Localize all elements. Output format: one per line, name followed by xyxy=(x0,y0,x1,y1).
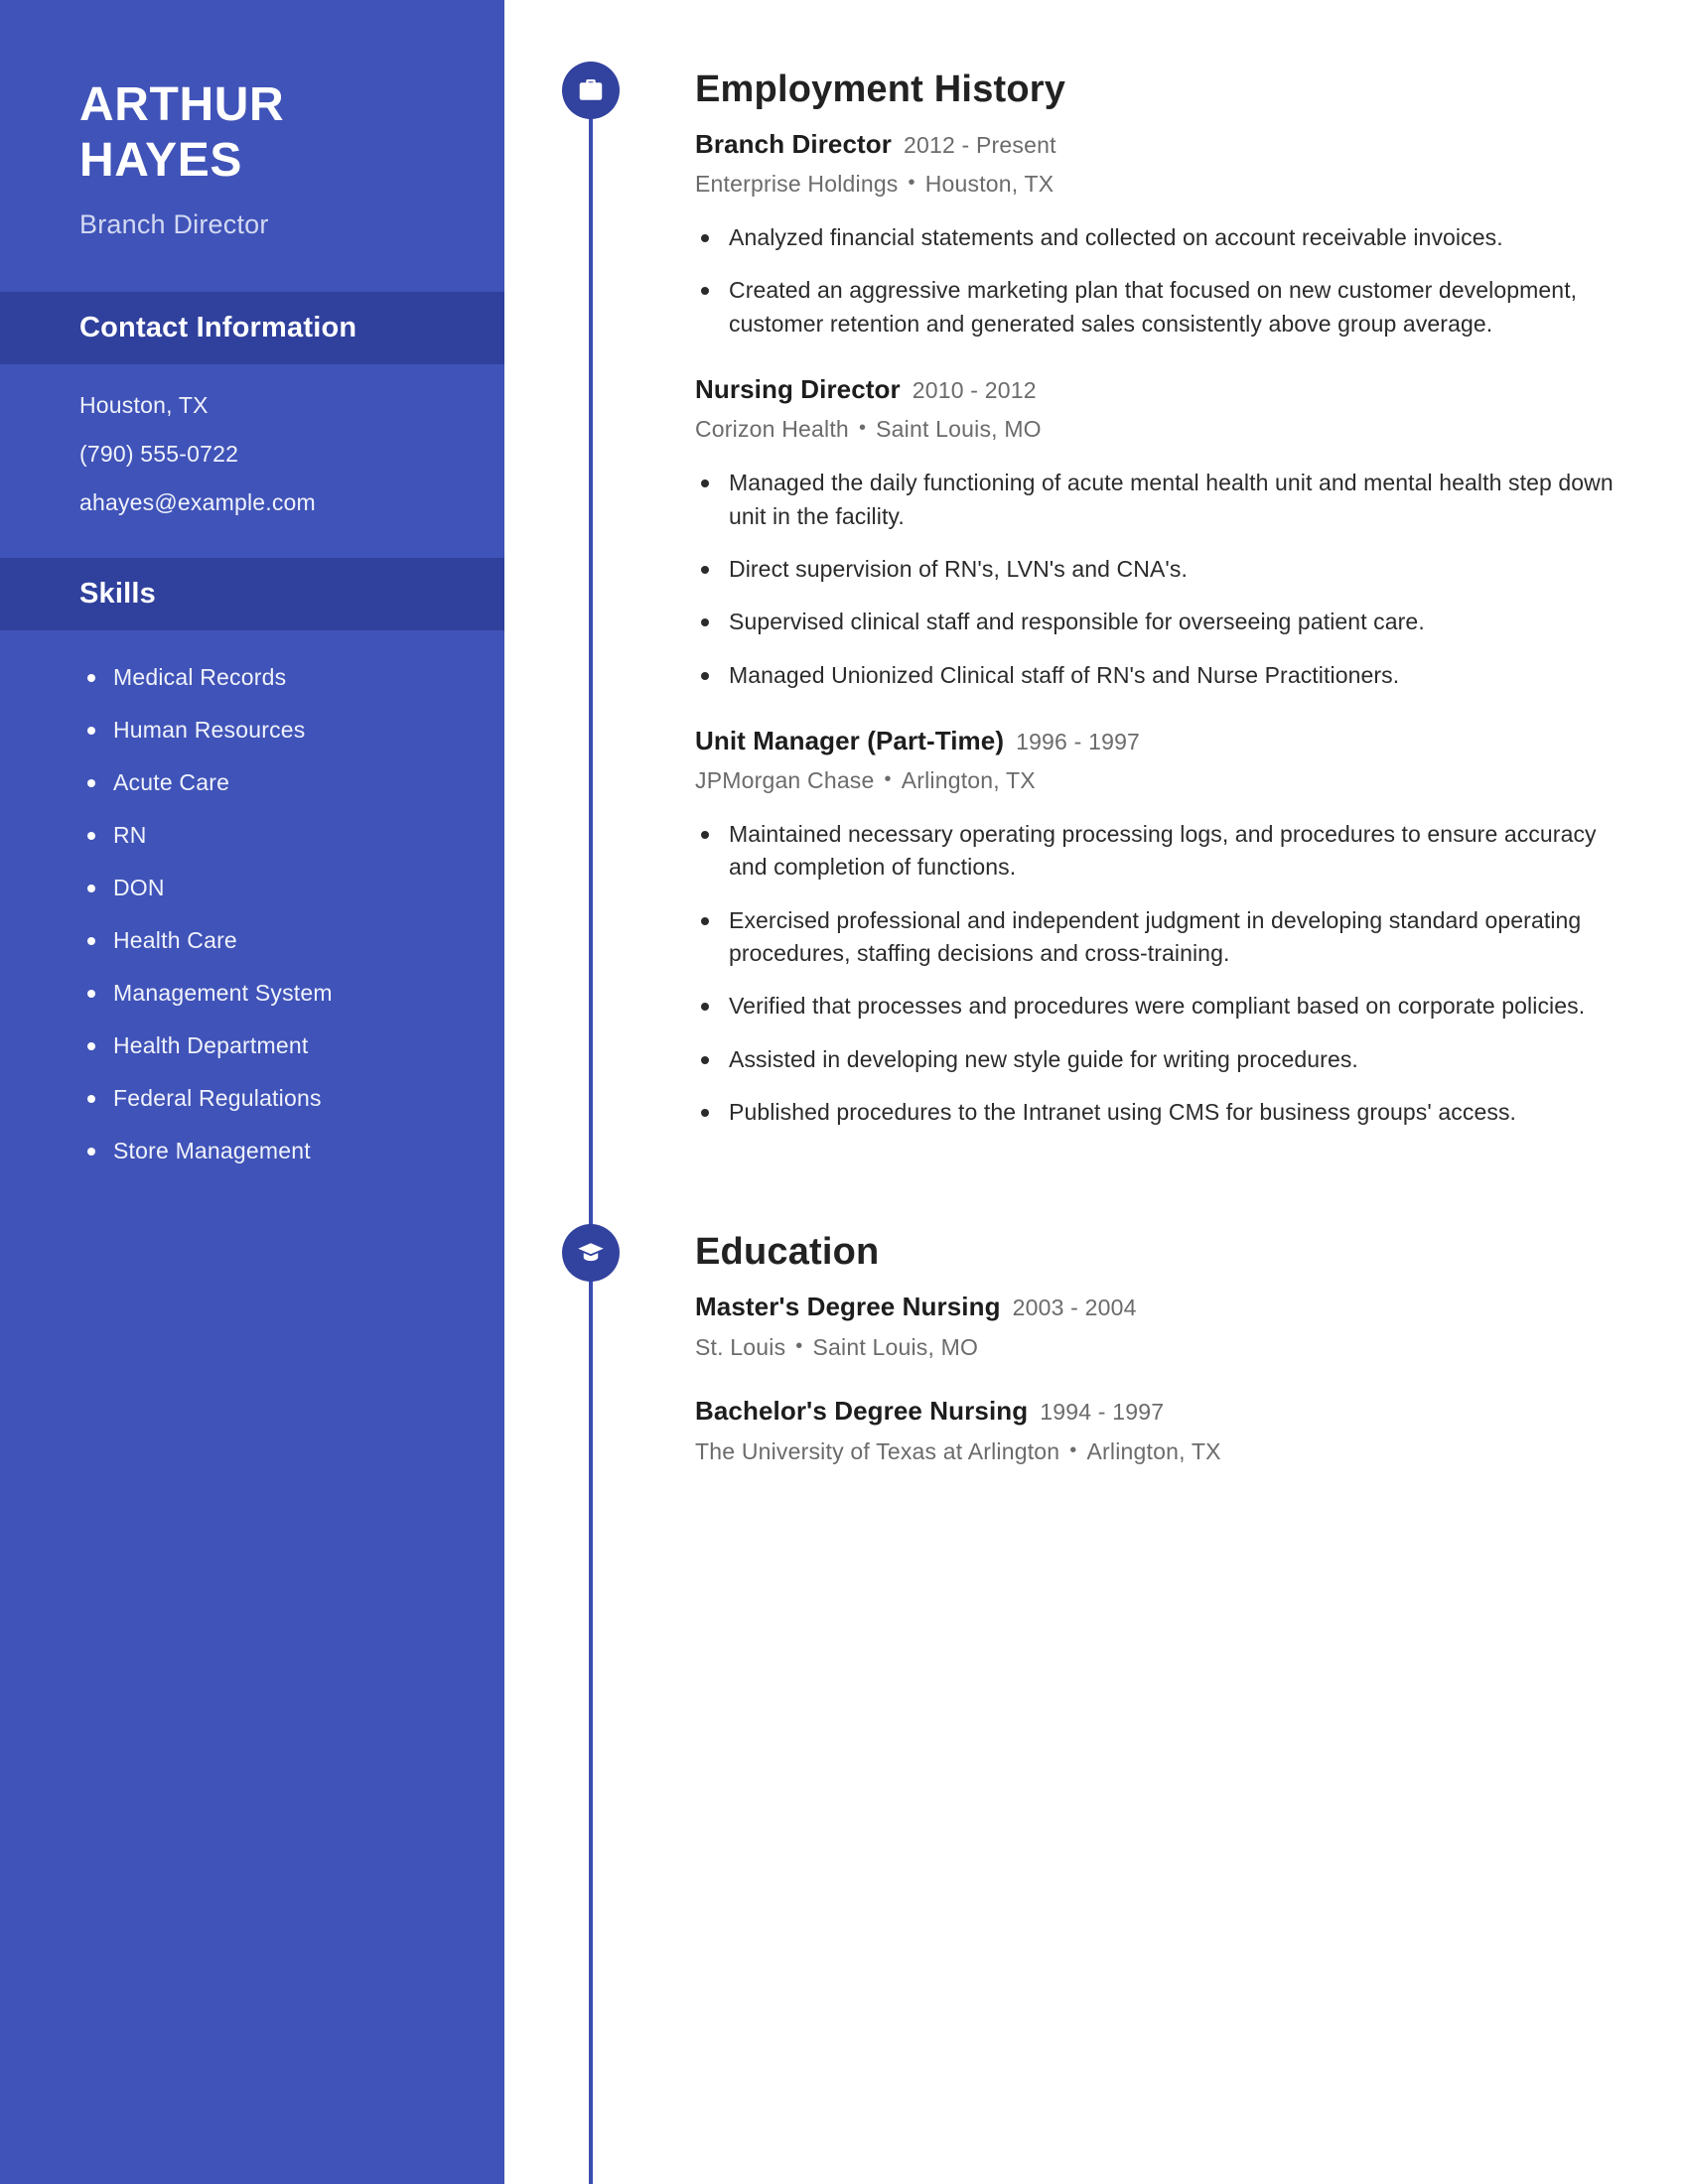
separator-dot: • xyxy=(795,1334,803,1357)
contact-section-header: Contact Information xyxy=(0,292,504,365)
entry-degree: Bachelor's Degree Nursing xyxy=(695,1396,1029,1427)
contact-location: Houston, TX xyxy=(79,392,209,419)
education-header: Education xyxy=(504,1224,1618,1283)
entry-company: JPMorgan Chase xyxy=(695,767,875,794)
employment-history-section: Employment History Branch Director 2012 -… xyxy=(504,62,1618,1129)
entry-dates: 2012 - Present xyxy=(904,132,1056,158)
entry-title-row: Master's Degree Nursing 2003 - 2004 xyxy=(695,1292,1618,1322)
entry-role: Unit Manager (Part-Time) xyxy=(695,725,1005,755)
briefcase-icon xyxy=(562,62,620,119)
separator-dot: • xyxy=(908,172,915,195)
entry-location: Houston, TX xyxy=(924,171,1055,198)
entry-title-row: Unit Manager (Part-Time) 1996 - 1997 xyxy=(695,726,1618,756)
entry-duties-list: Analyzed financial statements and collec… xyxy=(695,221,1618,341)
duty-item: Verified that processes and procedures w… xyxy=(695,990,1618,1023)
entry-dates: 2003 - 2004 xyxy=(1012,1295,1137,1321)
entry-dates: 1994 - 1997 xyxy=(1040,1399,1165,1426)
candidate-job-title: Branch Director xyxy=(79,209,269,240)
entry-title-row: Nursing Director 2010 - 2012 xyxy=(695,374,1618,405)
duty-item: Analyzed financial statements and collec… xyxy=(695,221,1618,254)
separator-dot: • xyxy=(858,417,867,440)
separator-dot: • xyxy=(1069,1438,1077,1461)
contact-phone[interactable]: (790) 555-0722 xyxy=(79,443,465,466)
employment-entry: Unit Manager (Part-Time) 1996 - 1997 JPMor… xyxy=(695,726,1618,1129)
entry-school: The University of Texas at Arlington xyxy=(695,1437,1060,1464)
employment-entry: Branch Director 2012 - Present Enterprise … xyxy=(695,129,1618,341)
duty-item: Direct supervision of RN's, LVN's and CN… xyxy=(695,553,1618,586)
skill-item: Acute Care xyxy=(79,769,465,796)
education-heading: Education xyxy=(695,1231,880,1274)
duty-item: Created an aggressive marketing plan tha… xyxy=(695,274,1618,341)
duty-item: Supervised clinical staff and responsibl… xyxy=(695,606,1618,638)
entry-school: St. Louis xyxy=(695,1333,786,1360)
graduation-cap-icon xyxy=(562,1224,620,1283)
duty-item: Maintained necessary operating processin… xyxy=(695,818,1618,885)
entry-dates: 1996 - 1997 xyxy=(1016,728,1141,754)
duty-item: Managed Unionized Clinical staff of RN's… xyxy=(695,659,1618,692)
employment-heading: Employment History xyxy=(695,68,1066,111)
main-content: Employment History Branch Director 2012 -… xyxy=(504,0,1688,2184)
duty-item: Exercised professional and independent j… xyxy=(695,904,1618,971)
entry-company-location: Corizon Health • Saint Louis, MO xyxy=(695,415,1618,445)
entry-location: Saint Louis, MO xyxy=(876,416,1042,443)
entry-company-location: JPMorgan Chase • Arlington, TX xyxy=(695,766,1618,796)
employment-entries: Branch Director 2012 - Present Enterprise … xyxy=(695,119,1618,1129)
skills-list: Medical Records Human Resources Acute Care… xyxy=(79,660,465,1164)
entry-company: Enterprise Holdings xyxy=(695,171,899,198)
skill-item: Store Management xyxy=(79,1138,465,1164)
entry-title-row: Bachelor's Degree Nursing 1994 - 1997 xyxy=(695,1396,1618,1427)
education-entry: Master's Degree Nursing 2003 - 2004 St. Lo… xyxy=(695,1292,1618,1362)
employment-header: Employment History xyxy=(504,62,1618,119)
education-entry: Bachelor's Degree Nursing 1994 - 1997 The … xyxy=(695,1396,1618,1466)
employment-entry: Nursing Director 2010 - 2012 Corizon Healt… xyxy=(695,374,1618,692)
skills-section-header: Skills xyxy=(0,558,504,631)
entry-location: Arlington, TX xyxy=(1086,1437,1221,1464)
education-section: Education Master's Degree Nursing 2003 - … xyxy=(504,1224,1618,1466)
entry-location: Saint Louis, MO xyxy=(812,1333,979,1360)
entry-duties-list: Managed the daily functioning of acute m… xyxy=(695,467,1618,692)
skill-item: Medical Records xyxy=(79,664,465,691)
entry-location: Arlington, TX xyxy=(901,767,1036,794)
sidebar: ARTHUR HAYES Branch Director Contact Inf… xyxy=(0,0,504,2184)
separator-dot: • xyxy=(884,768,892,791)
skill-item: Human Resources xyxy=(79,717,465,744)
skill-item: DON xyxy=(79,875,465,901)
duty-item: Managed the daily functioning of acute m… xyxy=(695,467,1618,533)
entry-duties-list: Maintained necessary operating processin… xyxy=(695,818,1618,1129)
contact-details: Houston, TX (790) 555-0722 ahayes@exampl… xyxy=(0,364,504,514)
contact-email[interactable]: ahayes@example.com xyxy=(79,491,465,514)
candidate-name: ARTHUR HAYES xyxy=(79,78,285,187)
entry-role: Nursing Director xyxy=(695,374,901,405)
skills-heading: Skills xyxy=(79,578,156,611)
skill-item: RN xyxy=(79,822,465,849)
education-entries: Master's Degree Nursing 2003 - 2004 St. Lo… xyxy=(695,1282,1618,1466)
entry-role: Branch Director xyxy=(695,129,892,159)
duty-item: Published procedures to the Intranet usi… xyxy=(695,1096,1618,1129)
skill-item: Health Care xyxy=(79,927,465,954)
entry-school-location: The University of Texas at Arlington • Arl… xyxy=(695,1437,1618,1467)
entry-school-location: St. Louis • Saint Louis, MO xyxy=(695,1333,1618,1363)
entry-company: Corizon Health xyxy=(695,416,849,443)
entry-dates: 2010 - 2012 xyxy=(912,377,1037,404)
contact-heading: Contact Information xyxy=(79,312,357,344)
sections-container: Employment History Branch Director 2012 -… xyxy=(504,0,1618,1467)
skill-item: Federal Regulations xyxy=(79,1085,465,1112)
entry-degree: Master's Degree Nursing xyxy=(695,1292,1001,1322)
skill-item: Health Department xyxy=(79,1032,465,1059)
skill-item: Management System xyxy=(79,980,465,1007)
entry-title-row: Branch Director 2012 - Present xyxy=(695,129,1618,160)
resume-document: ARTHUR HAYES Branch Director Contact Inf… xyxy=(0,0,1688,2184)
entry-company-location: Enterprise Holdings • Houston, TX xyxy=(695,170,1618,200)
identity-block: ARTHUR HAYES Branch Director xyxy=(0,0,504,240)
duty-item: Assisted in developing new style guide f… xyxy=(695,1043,1618,1076)
skills-details: Medical Records Human Resources Acute Care… xyxy=(0,630,504,1164)
